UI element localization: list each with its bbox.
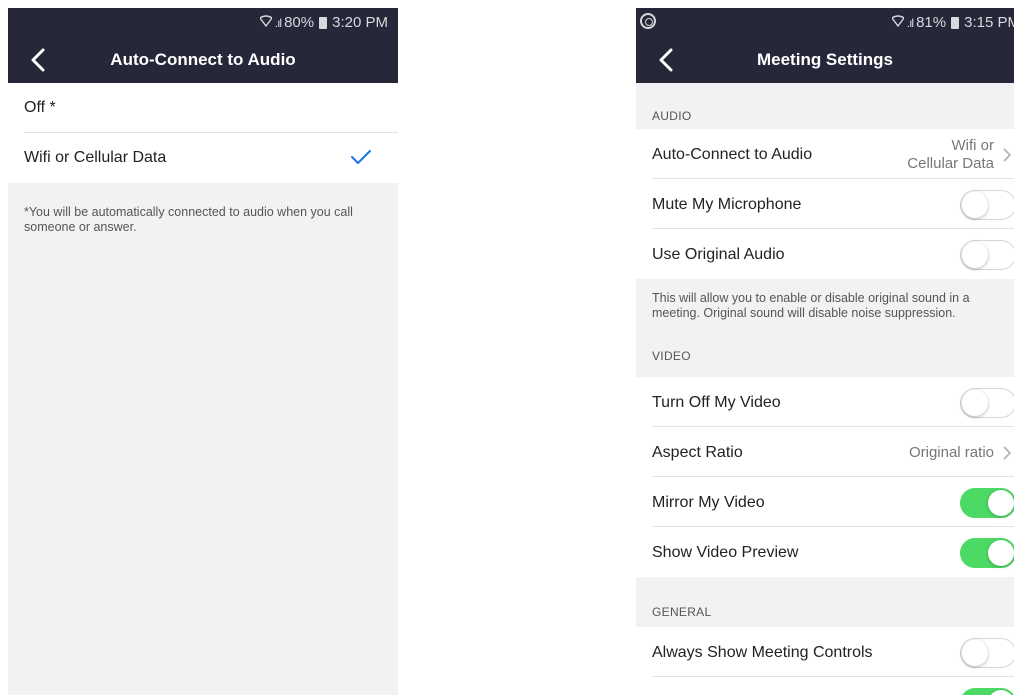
setting-label: Mirror My Video bbox=[652, 494, 765, 511]
whatsapp-notification-icon bbox=[640, 13, 656, 29]
battery-percent: 80% bbox=[284, 14, 315, 31]
setting-aspect-ratio[interactable]: Aspect Ratio Original ratio bbox=[636, 427, 1014, 477]
toggle-knob bbox=[962, 640, 988, 666]
option-off[interactable]: Off * bbox=[8, 83, 398, 133]
clock: 3:15 PM bbox=[964, 14, 1014, 31]
setting-value: Wifi or Cellular Data bbox=[907, 137, 994, 173]
battery-icon bbox=[319, 16, 328, 29]
option-wifi-or-cellular[interactable]: Wifi or Cellular Data bbox=[8, 133, 398, 183]
status-bar: .ıl 81% 3:15 PM bbox=[636, 8, 1014, 38]
setting-always-show-controls: Always Show Meeting Controls bbox=[636, 627, 1014, 677]
setting-label: Turn Off My Video bbox=[652, 394, 781, 411]
section-header-audio: AUDIO bbox=[652, 109, 692, 123]
page-title: Auto-Connect to Audio bbox=[110, 50, 296, 69]
setting-original-audio: Use Original Audio bbox=[636, 229, 1014, 279]
section-header-video: VIDEO bbox=[652, 349, 691, 363]
setting-auto-connect-audio[interactable]: Auto-Connect to Audio Wifi or Cellular D… bbox=[636, 129, 1014, 179]
toggle-knob bbox=[988, 540, 1014, 566]
toggle-knob bbox=[988, 690, 1014, 695]
mirror-video-toggle[interactable] bbox=[960, 488, 1014, 518]
nav-bar: Auto-Connect to Audio bbox=[8, 38, 398, 83]
battery-icon bbox=[951, 16, 960, 29]
option-label: Off * bbox=[24, 99, 56, 116]
setting-label: Show Video Preview bbox=[652, 544, 799, 561]
battery-percent: 81% bbox=[916, 14, 947, 31]
setting-mirror-video: Mirror My Video bbox=[636, 477, 1014, 527]
always-show-controls-toggle[interactable] bbox=[960, 638, 1014, 668]
meeting-settings-screen: .ıl 81% 3:15 PM Meeting Settings AUDIO A… bbox=[636, 8, 1014, 695]
setting-turn-off-video: Turn Off My Video bbox=[636, 377, 1014, 427]
setting-show-video-preview: Show Video Preview bbox=[636, 527, 1014, 577]
turn-off-video-toggle[interactable] bbox=[960, 388, 1014, 418]
toggle-knob bbox=[962, 390, 988, 416]
option-label: Wifi or Cellular Data bbox=[24, 149, 167, 166]
value-line-1: Wifi or bbox=[951, 137, 995, 154]
setting-value: Original ratio bbox=[908, 444, 994, 461]
nav-bar: Meeting Settings bbox=[636, 38, 1014, 83]
setting-label: Mute My Microphone bbox=[652, 196, 802, 213]
toggle-knob bbox=[962, 242, 988, 268]
footnote: *You will be automatically connected to … bbox=[24, 205, 353, 234]
toggle-knob bbox=[988, 490, 1014, 516]
chevron-right-icon bbox=[1003, 446, 1012, 460]
setting-mute-microphone: Mute My Microphone bbox=[636, 179, 1014, 229]
signal-icon: .ıl bbox=[274, 15, 282, 30]
setting-label: Aspect Ratio bbox=[652, 444, 743, 461]
auto-connect-screen: .ıl 80% 3:20 PM Auto-Connect to Audio Of… bbox=[8, 8, 398, 695]
chevron-right-icon bbox=[1003, 148, 1012, 162]
partial-toggle[interactable] bbox=[960, 688, 1014, 695]
setting-label: Always Show Meeting Controls bbox=[652, 644, 873, 661]
setting-label: Auto-Connect to Audio bbox=[652, 146, 813, 163]
setting-next-partial bbox=[636, 677, 1014, 695]
wifi-icon bbox=[258, 14, 273, 31]
section-header-general: GENERAL bbox=[652, 605, 712, 619]
clock: 3:20 PM bbox=[332, 14, 388, 31]
status-bar: .ıl 80% 3:20 PM bbox=[8, 8, 398, 38]
setting-label: Use Original Audio bbox=[652, 246, 785, 263]
original-audio-toggle[interactable] bbox=[960, 240, 1014, 270]
wifi-icon bbox=[890, 14, 905, 31]
page-title: Meeting Settings bbox=[756, 50, 893, 69]
show-video-preview-toggle[interactable] bbox=[960, 538, 1014, 568]
signal-icon: .ıl bbox=[906, 15, 914, 30]
mute-microphone-toggle[interactable] bbox=[960, 190, 1014, 220]
original-audio-hint: This will allow you to enable or disable… bbox=[652, 291, 970, 320]
toggle-knob bbox=[962, 192, 988, 218]
checkmark-icon bbox=[351, 150, 371, 164]
value-line-2: Cellular Data bbox=[907, 155, 994, 172]
